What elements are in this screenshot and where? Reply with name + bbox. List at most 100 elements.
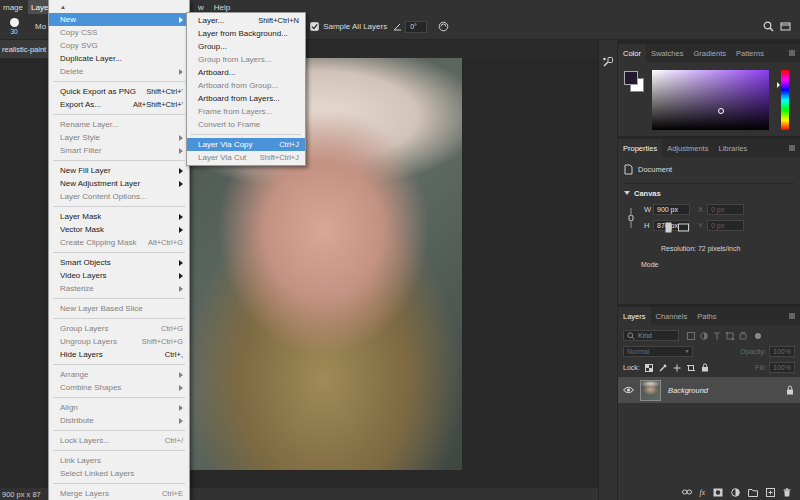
menu-item[interactable]: Vector Mask [49, 223, 189, 236]
menu-item[interactable]: Video Layers [49, 269, 189, 282]
blend-row: NormalOpacity:100% [623, 346, 795, 357]
pressure-icon[interactable] [438, 21, 449, 32]
filter-search-icon [627, 332, 635, 340]
menu-item-label: Link Layers [60, 456, 183, 465]
menu-item-label: Convert to Frame [198, 120, 299, 129]
menu-item[interactable]: Export As...Alt+Shift+Ctrl+' [49, 98, 189, 111]
panel-menu-icon[interactable] [787, 307, 797, 325]
color-field[interactable] [652, 70, 769, 130]
lock-artboard-icon[interactable] [687, 364, 695, 372]
menu-item: Ungroup LayersShift+Ctrl+G [49, 335, 189, 348]
panel-tab[interactable]: Layers [618, 307, 651, 325]
menu-item[interactable]: New Fill Layer [49, 164, 189, 177]
layer-filter-field[interactable]: Kind [623, 330, 679, 341]
layers-panel-tabs: LayersChannelsPaths [618, 307, 800, 325]
adjustment-filter-icon[interactable] [700, 332, 708, 340]
menu-item[interactable]: Artboard... [187, 66, 305, 79]
menu-item[interactable]: New Adjustment Layer [49, 177, 189, 190]
panel-tab[interactable]: Swatches [646, 44, 689, 62]
hue-marker[interactable] [777, 82, 780, 88]
panel-tab[interactable]: Channels [651, 307, 693, 325]
panel-menu-icon[interactable] [787, 139, 797, 157]
lock-transparency-icon[interactable] [645, 364, 653, 372]
menu-item: Rename Layer... [49, 118, 189, 131]
menu-bar-item[interactable]: mage [0, 0, 26, 14]
link-icon[interactable] [627, 206, 635, 230]
menu-item[interactable]: Layer Via CopyCtrl+J [187, 138, 305, 151]
menu-scroll-up[interactable]: ▲ [49, 0, 189, 13]
panel-tab[interactable]: Libraries [713, 139, 752, 157]
menu-item[interactable]: Artboard from Layers... [187, 92, 305, 105]
layer-row[interactable]: Background [618, 377, 800, 403]
shape-filter-icon[interactable] [726, 332, 734, 340]
trash-icon[interactable] [783, 488, 791, 497]
menu-item[interactable]: Group... [187, 40, 305, 53]
submenu-arrow-icon [179, 148, 183, 154]
menu-separator [49, 480, 189, 487]
brush-preset[interactable]: 30 [6, 17, 22, 36]
lock-position-icon[interactable] [673, 364, 681, 372]
type-filter-icon[interactable] [713, 332, 721, 340]
menu-item: Convert to Frame [187, 118, 305, 131]
field-label: H [644, 221, 653, 230]
document-tab[interactable]: realistic-paint [0, 40, 52, 58]
orientation-row [664, 222, 794, 233]
pixel-filter-icon[interactable] [687, 332, 695, 340]
new-layer-icon[interactable] [766, 488, 775, 497]
menu-separator [49, 249, 189, 256]
menu-separator [49, 78, 189, 85]
adjustment-layer-icon[interactable] [731, 488, 740, 497]
lock-pixels-icon[interactable] [659, 364, 667, 372]
section-label: Canvas [634, 189, 661, 198]
foreground-color-swatch[interactable] [624, 71, 638, 85]
layer-lock [786, 385, 795, 395]
portrait-icon[interactable] [664, 222, 673, 233]
hue-slider[interactable] [781, 70, 789, 130]
add-mask-icon[interactable] [713, 488, 723, 497]
panels: Color Swatches GradientsPatterns Properties… [618, 40, 800, 500]
visibility-toggle[interactable] [623, 385, 635, 395]
sample-all-layers-checkbox[interactable] [310, 22, 319, 31]
menu-item-label: Smart Filter [60, 146, 173, 155]
panel-tab[interactable]: Paths [692, 307, 721, 325]
landscape-icon[interactable] [678, 222, 689, 233]
history-brush-icon[interactable] [602, 56, 614, 68]
canvas-field[interactable]: 900 px [653, 204, 690, 215]
menu-item[interactable]: Quick Export as PNGShift+Ctrl+' [49, 85, 189, 98]
fx-button[interactable]: fx [700, 488, 705, 497]
properties-panel-tabs: Properties AdjustmentsLibraries [618, 139, 800, 157]
new-group-icon[interactable] [748, 488, 758, 497]
panel-tab[interactable]: Adjustments [662, 139, 713, 157]
lock-all-icon[interactable] [701, 363, 709, 372]
link-layers-icon[interactable] [682, 488, 692, 496]
menu-item[interactable]: New [49, 13, 189, 26]
menu-item[interactable]: Layer Mask [49, 210, 189, 223]
smart-object-filter-icon[interactable] [739, 332, 747, 340]
panel-tab[interactable]: Patterns [731, 44, 769, 62]
panel-tab[interactable]: Gradients [688, 44, 731, 62]
menu-item-label: Combine Shapes [60, 383, 173, 392]
scroll-up-arrow[interactable]: ▲ [60, 4, 66, 10]
properties-body: DocumentCanvasW900 pxX0 pxH874 pxY0 pxRe… [618, 157, 800, 268]
menu-item[interactable]: Layer...Shift+Ctrl+N [187, 14, 305, 27]
filter-toggle-icon[interactable] [755, 333, 761, 339]
angle-field[interactable]: 0° [405, 21, 427, 33]
submenu-arrow-icon [179, 227, 183, 233]
panel-tab-label: Properties [623, 144, 657, 153]
menu-item-label: Layer Content Options... [60, 192, 183, 201]
menu-item[interactable]: Duplicate Layer... [49, 52, 189, 65]
layers-panel: LayersChannelsPaths Kind NormalOpacity:100… [618, 307, 800, 500]
search-icon[interactable] [763, 21, 774, 32]
color-picker-marker[interactable] [718, 108, 724, 114]
panel-tab-label: Swatches [651, 49, 684, 58]
menu-separator [49, 203, 189, 210]
expand-icon[interactable] [624, 191, 630, 195]
canvas-section-header[interactable]: Canvas [624, 183, 794, 199]
workspace-icon[interactable] [780, 21, 791, 32]
panel-tab[interactable]: Properties [618, 139, 662, 157]
panel-menu-icon[interactable] [787, 44, 797, 62]
panel-tab[interactable]: Color [618, 44, 646, 62]
menu-item[interactable]: Layer from Background... [187, 27, 305, 40]
menu-item[interactable]: Smart Objects [49, 256, 189, 269]
menu-item[interactable]: Hide LayersCtrl+, [49, 348, 189, 361]
